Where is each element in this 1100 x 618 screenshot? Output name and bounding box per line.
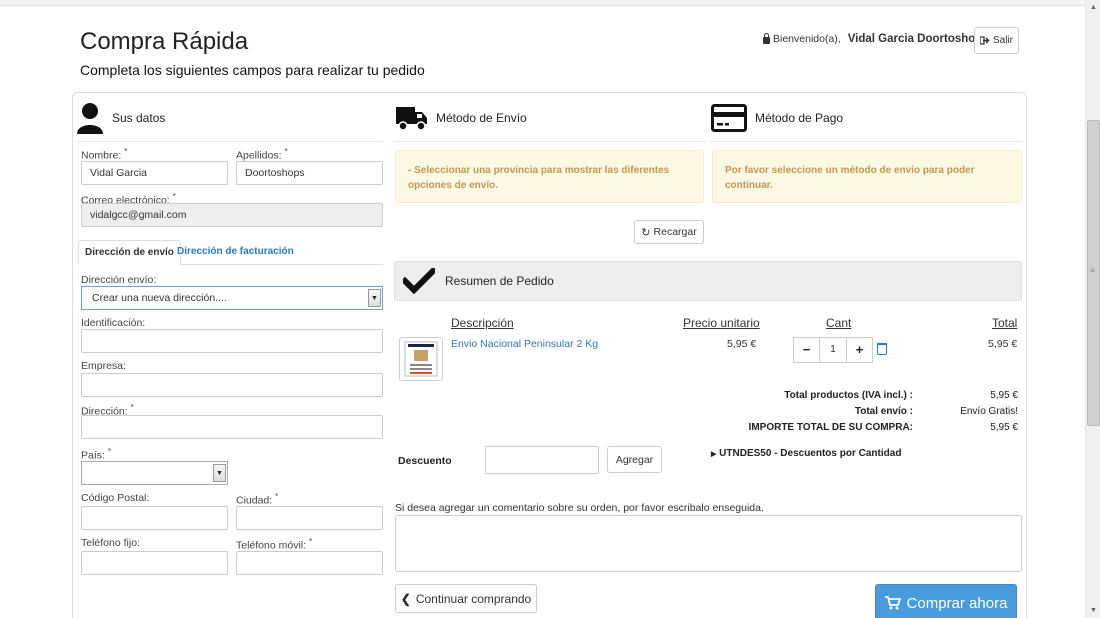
- tab-billing-address[interactable]: Dirección de facturación: [171, 240, 300, 265]
- quantity-stepper: − 1 +: [793, 337, 873, 363]
- zip-field[interactable]: [81, 506, 228, 530]
- lock-icon: [763, 32, 770, 44]
- phone-field[interactable]: [81, 551, 228, 575]
- country-label: País: *: [81, 447, 111, 462]
- col-description[interactable]: Descripción: [451, 316, 514, 330]
- logout-button[interactable]: Salir: [974, 27, 1019, 54]
- total-shipping-label: Total envío :: [854, 406, 913, 417]
- order-summary-title: Resumen de Pedido: [445, 274, 554, 288]
- mobile-field[interactable]: [236, 551, 383, 575]
- buy-now-button[interactable]: Comprar ahora: [875, 584, 1017, 618]
- credit-card-icon: [711, 104, 747, 132]
- reload-button[interactable]: ↻ Recargar: [634, 220, 704, 244]
- chevron-left-icon: ❮: [400, 591, 411, 606]
- customer-section-header: Sus datos: [76, 102, 165, 134]
- shipping-section-title: Método de Envío: [436, 111, 527, 125]
- apply-discount-button[interactable]: Agregar: [607, 446, 662, 473]
- product-total: 5,95 €: [988, 338, 1018, 350]
- payment-section-title: Método de Pago: [755, 111, 844, 125]
- increase-qty-button[interactable]: +: [846, 337, 873, 363]
- continue-shopping-button[interactable]: ❮ Continuar comprando: [395, 584, 537, 613]
- product-name-link[interactable]: Envio Nacional Peninsular 2 Kg: [451, 338, 598, 350]
- country-select[interactable]: ▼: [81, 461, 228, 485]
- package-icon: [404, 341, 438, 377]
- divider: [78, 141, 383, 142]
- page-title: Compra Rápida: [80, 28, 249, 55]
- promo-text: UTNDES50 - Descuentos por Cantidad: [719, 448, 902, 459]
- last-name-field[interactable]: Doortoshops: [236, 161, 383, 185]
- mobile-label: Teléfono móvil: *: [236, 537, 313, 552]
- payment-section-header: Método de Pago: [711, 104, 843, 132]
- continue-shopping-label: Continuar comprando: [415, 591, 532, 606]
- company-label: Empresa:: [81, 360, 126, 372]
- phone-label: Teléfono fijo:: [81, 537, 140, 549]
- email-field[interactable]: vidalgcc@gmail.com: [81, 203, 383, 227]
- city-label: Ciudad: *: [236, 492, 279, 507]
- divider: [711, 141, 1022, 142]
- promo-info[interactable]: ▶ UTNDES50 - Descuentos por Cantidad: [711, 448, 901, 459]
- decrease-qty-button[interactable]: −: [793, 337, 820, 363]
- zip-label: Código Postal:: [81, 492, 150, 504]
- trash-icon[interactable]: [877, 343, 887, 355]
- user-name: Vidal Garcia Doortoshops: [847, 33, 989, 45]
- address-select-label: Dirección envío:: [81, 274, 157, 286]
- address-field[interactable]: [81, 415, 383, 439]
- shipping-notice: - Seleccionar una provincia para mostrar…: [395, 150, 704, 203]
- company-field[interactable]: [81, 373, 383, 397]
- page-subtitle: Completa los siguientes campos para real…: [80, 62, 425, 78]
- shipping-section-header: Método de Envío: [396, 104, 527, 132]
- chevron-down-icon[interactable]: ▼: [368, 289, 381, 307]
- comment-textarea[interactable]: [395, 515, 1022, 572]
- reload-label: Recargar: [653, 226, 697, 238]
- payment-notice: Por favor seleccione un método de envio …: [712, 150, 1022, 203]
- user-icon: [77, 103, 103, 134]
- address-select[interactable]: Crear una nueva dirección.... ▼: [81, 286, 383, 310]
- first-name-label: Nombre: *: [81, 147, 128, 162]
- last-name-label: Apellidos: *: [236, 147, 288, 162]
- tab-shipping-address[interactable]: Dirección de envío: [78, 240, 181, 265]
- logout-label: Salir: [992, 35, 1013, 46]
- shopping-cart-icon: [884, 596, 901, 610]
- chevron-down-icon[interactable]: ▼: [213, 464, 226, 482]
- quantity-input[interactable]: 1: [820, 337, 846, 363]
- truck-icon: [396, 107, 427, 131]
- address-select-value: Crear una nueva dirección....: [92, 292, 227, 304]
- divider: [394, 141, 705, 142]
- id-field[interactable]: [81, 329, 383, 353]
- discount-label: Descuento: [398, 455, 452, 467]
- discount-code-input[interactable]: [485, 446, 599, 474]
- page-scrollbar[interactable]: ▲ ≡ ▼: [1085, 0, 1100, 618]
- address-tabs: Dirección de envío Dirección de facturac…: [78, 240, 383, 265]
- comment-label: Si desea agregar un comentario sobre su …: [395, 502, 764, 514]
- caret-right-icon: ▶: [711, 451, 717, 458]
- product-thumbnail[interactable]: [399, 337, 443, 381]
- id-label: Identificación:: [81, 317, 146, 329]
- scroll-down-icon[interactable]: ▼: [1086, 603, 1100, 618]
- city-field[interactable]: [236, 506, 383, 530]
- col-unit-price[interactable]: Precio unitario: [683, 316, 760, 330]
- refresh-icon: ↻: [641, 226, 651, 239]
- scroll-grip-icon: ≡: [1090, 266, 1095, 275]
- col-quantity[interactable]: Cant: [826, 316, 851, 330]
- welcome-label: Bienvenido(a),: [773, 33, 841, 45]
- grand-total-value: 5,95 €: [990, 422, 1018, 433]
- welcome-message: Bienvenido(a), Vidal Garcia Doortoshops: [763, 32, 989, 45]
- product-unit-price: 5,95 €: [727, 338, 757, 350]
- browser-top-strip: [0, 0, 1085, 6]
- buy-now-label: Comprar ahora: [906, 594, 1008, 612]
- order-summary-header: Resumen de Pedido: [394, 261, 1022, 301]
- customer-section-title: Sus datos: [112, 111, 166, 125]
- total-shipping-value: Envío Gratis!: [960, 406, 1018, 417]
- total-products-value: 5,95 €: [990, 390, 1018, 401]
- scroll-up-icon[interactable]: ▲: [1086, 0, 1100, 15]
- col-total[interactable]: Total: [992, 316, 1017, 330]
- sign-out-icon: [979, 36, 990, 45]
- grand-total-label: IMPORTE TOTAL DE SU COMPRA:: [748, 422, 913, 433]
- total-products-label: Total productos (IVA incl.) :: [784, 390, 913, 401]
- checkmark-icon: [403, 268, 435, 294]
- first-name-field[interactable]: Vidal Garcia: [81, 161, 228, 185]
